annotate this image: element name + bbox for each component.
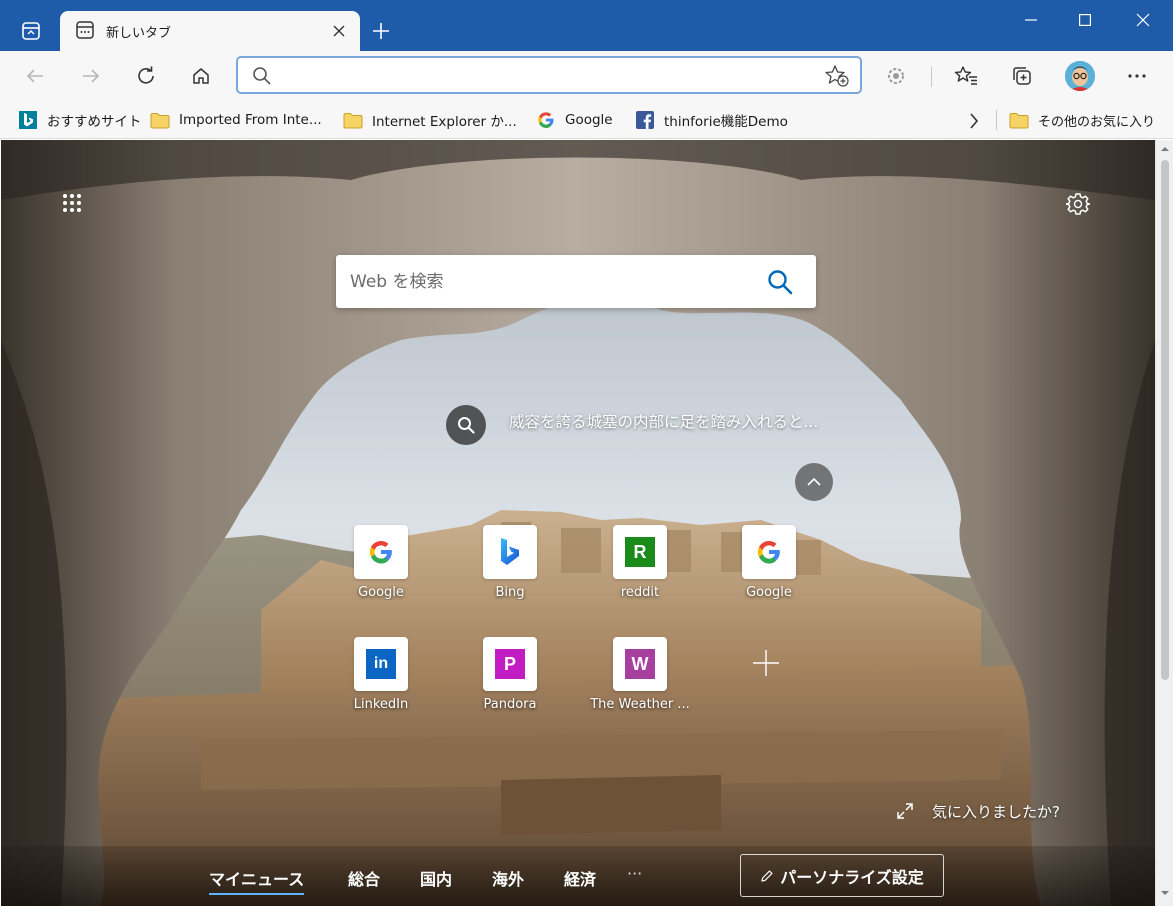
gear-icon[interactable]: [1062, 188, 1094, 220]
chevron-up-icon[interactable]: [795, 463, 833, 501]
reddit-icon: R: [613, 525, 667, 579]
quick-link-bing[interactable]: Bing: [455, 525, 565, 621]
quick-link-label: Google: [358, 585, 404, 600]
favorite-label: Imported From Inte...: [179, 112, 322, 128]
minimize-button[interactable]: [1005, 0, 1057, 40]
news-tab-my-news[interactable]: マイニュース: [209, 866, 305, 895]
favorite-item-thinforie[interactable]: thinforie機能Demo: [635, 107, 788, 133]
quick-link-reddit[interactable]: R reddit: [585, 525, 695, 621]
scroll-down-icon[interactable]: [1160, 888, 1170, 898]
news-tab-world[interactable]: 海外: [492, 866, 524, 890]
new-tab-button[interactable]: [366, 16, 396, 46]
google-icon: [536, 111, 556, 129]
quick-link-google-2[interactable]: Google: [714, 525, 824, 621]
new-tab-page: 威容を誇る城塞の内部に足を踏み入れると... Google Bing R red…: [1, 140, 1155, 906]
forward-button[interactable]: [74, 59, 108, 93]
pencil-icon: [760, 869, 774, 883]
quick-link-pandora[interactable]: P Pandora: [455, 637, 565, 733]
folder-icon: [1009, 111, 1029, 129]
favorite-folder-imported[interactable]: Imported From Inte...: [150, 107, 322, 133]
quick-link-label: Google: [746, 585, 792, 600]
web-search-input[interactable]: [350, 269, 750, 295]
personalize-button[interactable]: パーソナライズ設定: [740, 854, 944, 897]
facebook-icon: [635, 111, 655, 129]
news-tab-economy[interactable]: 経済: [564, 866, 596, 890]
image-feedback-text: 気に入りましたか?: [932, 802, 1060, 821]
extension-icon[interactable]: [879, 59, 913, 93]
search-icon: [253, 67, 271, 85]
favorite-label: Google: [565, 112, 613, 128]
image-info-text[interactable]: 威容を誇る城塞の内部に足を踏み入れると...: [509, 411, 829, 433]
news-tabs-bar: マイニュース 総合 国内 海外 経済 ··· パーソナライズ設定: [1, 846, 1155, 906]
scrollbar-thumb[interactable]: [1161, 160, 1169, 680]
app-launcher-icon[interactable]: [57, 188, 87, 218]
chevron-right-icon[interactable]: [962, 109, 986, 133]
favorite-item-google[interactable]: Google: [536, 107, 613, 133]
personalize-label: パーソナライズ設定: [780, 867, 924, 887]
new-tab-icon: [76, 21, 94, 39]
quick-link-google[interactable]: Google: [326, 525, 436, 621]
image-search-icon[interactable]: [446, 405, 486, 445]
toolbar-divider: [931, 67, 932, 87]
favorites-icon[interactable]: [949, 59, 983, 93]
quick-link-weather[interactable]: W The Weather ...: [585, 637, 695, 733]
image-feedback[interactable]: 気に入りましたか?: [896, 798, 1060, 824]
maximize-button[interactable]: [1059, 0, 1111, 40]
favorites-divider: [996, 110, 997, 130]
tab-actions-icon[interactable]: [14, 14, 48, 48]
bing-icon: [483, 525, 537, 579]
favorites-bar: おすすめサイト Imported From Inte... Internet E…: [0, 101, 1173, 139]
favorite-item-recommended[interactable]: おすすめサイト: [18, 107, 142, 133]
search-icon[interactable]: [766, 268, 794, 296]
quick-link-linkedin[interactable]: in LinkedIn: [326, 637, 436, 733]
news-more-button[interactable]: ···: [627, 864, 642, 883]
news-tab-general[interactable]: 総合: [348, 866, 380, 890]
news-tab-domestic[interactable]: 国内: [420, 866, 452, 890]
address-input[interactable]: [282, 64, 802, 88]
expand-icon: [896, 802, 914, 820]
linkedin-icon: in: [354, 637, 408, 691]
other-favorites-folder[interactable]: その他のお気に入り: [1009, 107, 1155, 133]
bing-icon: [18, 111, 38, 129]
google-icon: [354, 525, 408, 579]
tab-title: 新しいタブ: [106, 26, 172, 41]
quick-link-label: Pandora: [483, 697, 537, 712]
title-bar: 新しいタブ: [0, 0, 1173, 51]
quick-link-label: LinkedIn: [353, 697, 409, 712]
scroll-up-icon[interactable]: [1160, 144, 1170, 154]
more-menu-icon[interactable]: [1120, 59, 1154, 93]
weather-icon: W: [613, 637, 667, 691]
refresh-button[interactable]: [129, 59, 163, 93]
profile-avatar[interactable]: [1065, 61, 1095, 91]
collections-icon[interactable]: [1005, 59, 1039, 93]
favorite-label: thinforie機能Demo: [664, 114, 788, 130]
web-search-box: [336, 255, 816, 308]
quick-link-label: Bing: [495, 585, 525, 600]
close-window-button[interactable]: [1117, 0, 1169, 40]
tab-new-tab[interactable]: 新しいタブ: [60, 11, 360, 51]
other-favorites-label: その他のお気に入り: [1038, 114, 1156, 130]
add-quick-link-icon[interactable]: [739, 636, 793, 690]
back-button[interactable]: [18, 59, 52, 93]
google-icon: [742, 525, 796, 579]
pandora-icon: P: [483, 637, 537, 691]
quick-link-label: reddit: [620, 585, 660, 600]
add-favorite-icon[interactable]: [824, 64, 850, 88]
address-bar[interactable]: [236, 56, 862, 94]
toolbar: [0, 51, 1173, 101]
quick-link-label: The Weather ...: [590, 697, 690, 712]
vertical-scrollbar[interactable]: [1155, 140, 1173, 906]
favorite-label: Internet Explorer か...: [372, 114, 517, 130]
folder-icon: [343, 111, 363, 129]
favorite-label: おすすめサイト: [47, 114, 142, 130]
close-tab-icon[interactable]: [328, 20, 350, 42]
folder-icon: [150, 111, 170, 129]
favorite-folder-ie[interactable]: Internet Explorer か...: [343, 107, 517, 133]
home-button[interactable]: [184, 59, 218, 93]
